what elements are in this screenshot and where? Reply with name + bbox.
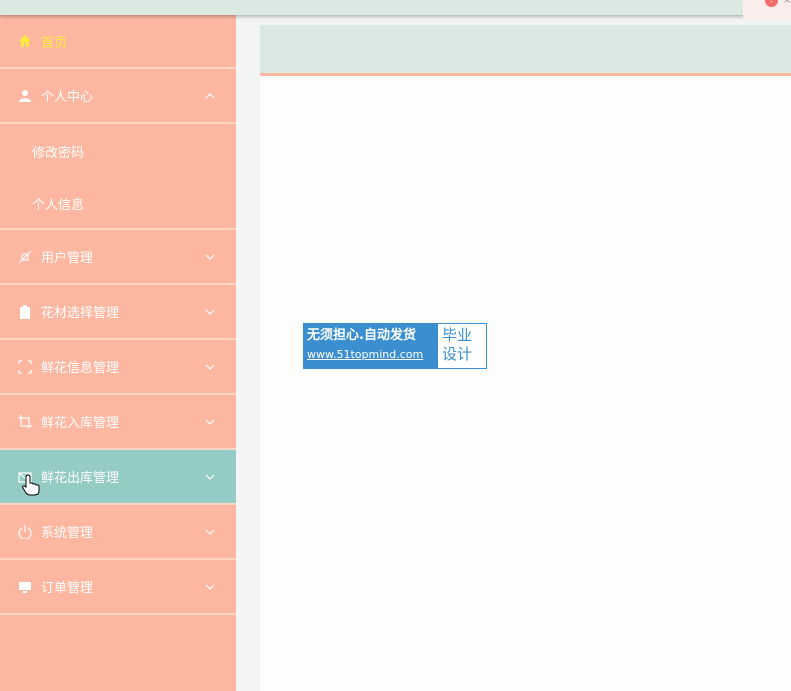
bell-off-icon <box>17 249 33 265</box>
breadcrumb-bar <box>260 25 791 76</box>
chevron-down-icon <box>204 471 216 483</box>
chevron-down-icon <box>204 526 216 538</box>
sidebar-item-flower-info[interactable]: 鲜花信息管理 <box>0 340 236 395</box>
submenu-personal: 修改密码 个人信息 <box>0 124 236 230</box>
watermark-badge-line1: 毕业 <box>442 326 473 344</box>
sidebar-item-home[interactable]: 首页 <box>0 15 236 69</box>
user-icon <box>17 88 33 104</box>
sidebar-item-label: 系统管理 <box>41 526 94 541</box>
sidebar-item-label: 鲜花信息管理 <box>41 361 120 376</box>
fullscreen-icon <box>17 359 33 375</box>
sidebar-item-label: 鲜花入库管理 <box>41 416 120 431</box>
chevron-down-icon <box>204 361 216 373</box>
home-icon <box>17 33 33 49</box>
error-icon: ! <box>765 0 778 7</box>
watermark-logo: 无须担心.自动发货 www.51topmind.com 毕业 设计 <box>303 323 487 369</box>
sidebar-item-label: 花材选择管理 <box>41 306 120 321</box>
sidebar-item-label: 个人中心 <box>41 90 94 105</box>
chevron-up-icon <box>204 90 216 102</box>
chevron-down-icon <box>204 306 216 318</box>
sidebar-item-label: 鲜花出库管理 <box>41 471 120 486</box>
watermark-badge-line2: 设计 <box>442 345 473 363</box>
clipboard-icon <box>17 304 33 320</box>
sidebar-item-orders[interactable]: 订单管理 <box>0 560 236 615</box>
sidebar-item-flower-material[interactable]: 花材选择管理 <box>0 285 236 340</box>
watermark-url: www.51topmind.com <box>307 348 424 361</box>
sidebar-item-system[interactable]: 系统管理 <box>0 505 236 560</box>
content-body <box>260 76 791 691</box>
chevron-down-icon <box>204 251 216 263</box>
watermark-slogan: 无须担心.自动发货 <box>307 328 416 343</box>
hand-cursor-icon <box>22 474 40 500</box>
sidebar-item-label: 用户管理 <box>41 251 94 266</box>
monitor-icon <box>17 579 33 595</box>
submenu-item-change-password[interactable]: 修改密码 <box>0 124 236 179</box>
sidebar-item-label: 首页 <box>41 35 68 51</box>
sidebar-item-user-management[interactable]: 用户管理 <box>0 230 236 285</box>
chevron-down-icon <box>204 416 216 428</box>
chevron-down-icon <box>204 581 216 593</box>
submenu-item-label: 个人信息 <box>32 198 85 213</box>
crop-icon <box>17 414 33 430</box>
submenu-item-label: 修改密码 <box>32 146 85 161</box>
sidebar-item-flower-inbound[interactable]: 鲜花入库管理 <box>0 395 236 450</box>
watermark-text: 无须担心.自动发货 www.51topmind.com <box>304 324 438 368</box>
sidebar-item-label: 订单管理 <box>41 581 94 596</box>
power-icon <box>17 524 33 540</box>
error-toast: ! × <box>743 0 791 20</box>
top-bar <box>0 0 791 15</box>
sidebar-item-personal[interactable]: 个人中心 <box>0 69 236 124</box>
sidebar: 首页 个人中心 修改密码 个人信息 用户管理 花材选择管理 鲜花信息管理 鲜花入… <box>0 15 236 691</box>
watermark-badge: 毕业 设计 <box>438 324 486 368</box>
submenu-item-personal-info[interactable]: 个人信息 <box>0 179 236 228</box>
close-icon[interactable]: × <box>783 0 791 6</box>
